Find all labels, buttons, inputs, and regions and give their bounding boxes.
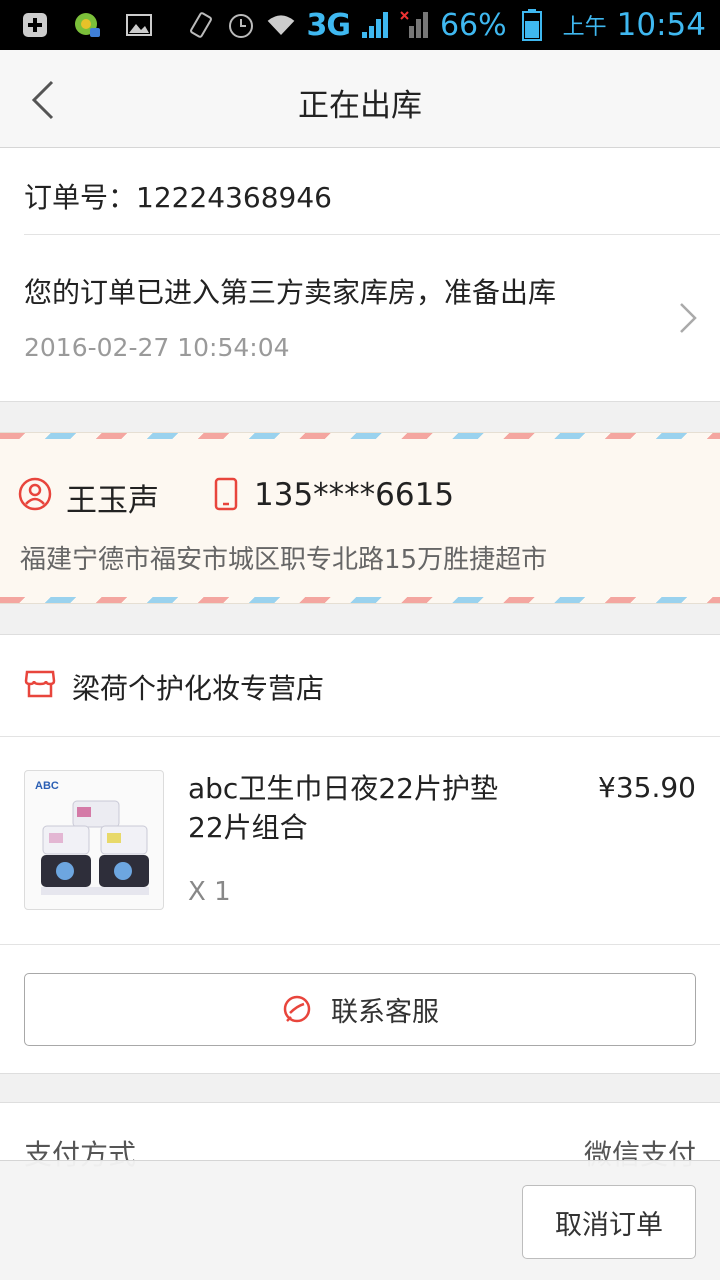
bottom-action-bar: 取消订单 [0,1160,720,1280]
product-quantity: X 1 [188,877,231,907]
battery-icon [517,9,547,41]
app-notification-icon [72,10,102,40]
order-status-text: 您的订单已进入第三方卖家库房，准备出库 [24,276,557,309]
contact-support-label: 联系客服 [331,997,439,1028]
chevron-right-icon [680,303,697,333]
shop-name: 梁荷个护化妆专营店 [72,672,325,705]
signal-no-sim-icon [400,10,430,40]
title-bar: 正在出库 [0,50,720,148]
phone-icon [214,477,238,511]
shipping-address-card: 王玉声 135****6615 福建宁德市福安市城区职专北路15万胜捷超市 [0,432,720,604]
product-thumbnail[interactable]: ABC [24,770,164,910]
airmail-border-top [0,433,720,439]
order-number: 订单号：12224368946 [24,181,332,214]
image-icon [124,10,154,40]
order-status-time: 2016-02-27 10:54:04 [24,333,290,362]
page-title: 正在出库 [298,88,422,124]
recipient-phone: 135****6615 [254,477,455,513]
shop-row[interactable]: 梁荷个护化妆专营店 [0,635,720,737]
contact-support-button[interactable]: 联系客服 [24,973,696,1046]
time-ampm: 上午 [562,15,607,40]
recipient-name: 王玉声 [66,483,159,519]
status-bar: 3G 66% 上午 10:54 [0,0,720,50]
signal-3g-icon [360,10,390,40]
product-name: abc卫生巾日夜22片护垫22片组合 [188,772,498,844]
cancel-order-button[interactable]: 取消订单 [522,1185,696,1259]
order-info-section: 订单号：12224368946 您的订单已进入第三方卖家库房，准备出库 2016… [0,148,720,402]
person-icon [18,477,52,511]
order-status-row[interactable]: 您的订单已进入第三方卖家库房，准备出库 2016-02-27 10:54:04 [0,235,720,402]
vibrate-icon [186,10,216,40]
clock-time: 10:54 [616,7,706,43]
recipient-address: 福建宁德市福安市城区职专北路15万胜捷超市 [20,545,548,575]
product-row: ABC abc卫生巾日夜22片护垫22片组合 ¥35.90 X 1 [0,737,720,945]
network-type: 3G [306,7,350,43]
alarm-icon [226,10,256,40]
battery-percent: 66% [439,7,507,43]
svg-text:ABC: ABC [35,780,59,792]
shop-icon [24,670,56,698]
customer-service-icon [283,995,311,1022]
wifi-icon [266,10,296,40]
shop-order-section: 梁荷个护化妆专营店 ABC abc卫生巾日夜22片护垫22片组合 ¥35.90 … [0,634,720,1074]
airmail-border-bottom [0,597,720,603]
add-notification-icon [20,10,50,40]
product-price: ¥35.90 [598,771,696,804]
